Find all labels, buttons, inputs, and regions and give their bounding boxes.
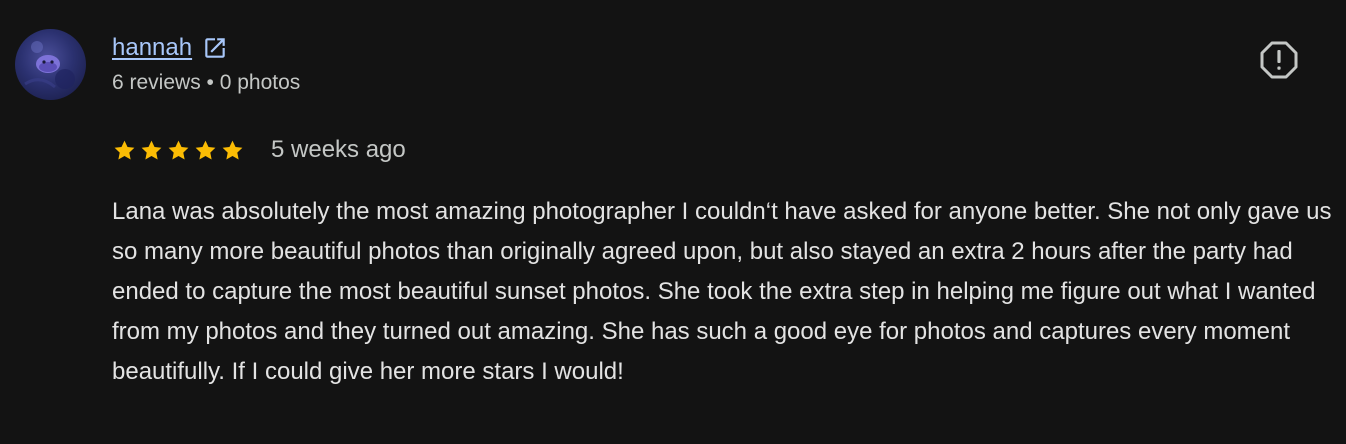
reviewer-name-link[interactable]: hannah	[112, 34, 192, 62]
report-icon	[1260, 41, 1298, 79]
avatar[interactable]	[15, 29, 86, 100]
review-card: hannah 6 reviews • 0 photos 5 weeks ago …	[0, 0, 1346, 444]
star-icon	[193, 138, 218, 163]
star-icon	[166, 138, 191, 163]
star-rating	[112, 138, 245, 163]
rating-row: 5 weeks ago	[112, 133, 406, 167]
star-icon	[139, 138, 164, 163]
review-time: 5 weeks ago	[271, 136, 406, 163]
star-icon	[112, 138, 137, 163]
star-icon	[220, 138, 245, 163]
profile-avatar-icon	[24, 41, 75, 89]
report-button[interactable]	[1259, 40, 1299, 80]
external-link-icon[interactable]	[202, 35, 228, 61]
reviewer-meta: 6 reviews • 0 photos	[112, 71, 301, 94]
reviewer-name-row: hannah	[112, 33, 228, 63]
review-text: Lana was absolutely the most amazing pho…	[112, 198, 1332, 385]
